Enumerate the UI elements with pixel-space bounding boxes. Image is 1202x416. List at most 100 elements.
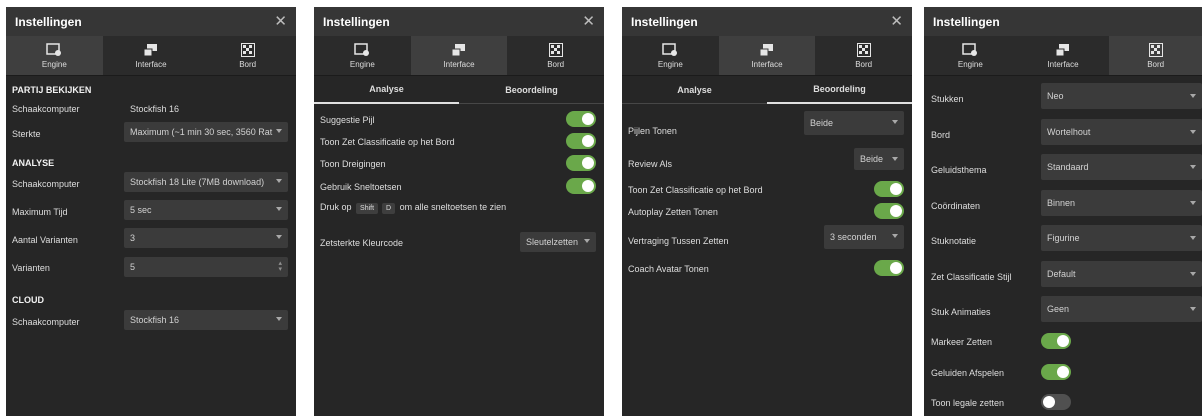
tab-bar: Engine Interface Bord bbox=[622, 36, 912, 76]
settings-panel-interface-review: Instellingen ✕ Engine Interface Bord Ana… bbox=[622, 7, 912, 416]
tab-engine[interactable]: Engine bbox=[6, 36, 103, 75]
shortcut-suffix: om alle sneltoetsen te zien bbox=[399, 202, 507, 212]
legal-moves-toggle[interactable] bbox=[1041, 394, 1071, 410]
shortcut-hint: Druk op Shift D om alle sneltoetsen te zi… bbox=[320, 202, 506, 214]
use-shortcuts-toggle[interactable] bbox=[566, 178, 596, 194]
tab-board[interactable]: Bord bbox=[815, 36, 912, 75]
classification-style-select[interactable]: Default bbox=[1041, 261, 1202, 287]
highlight-moves-toggle[interactable] bbox=[1041, 333, 1071, 349]
show-threats-toggle[interactable] bbox=[566, 155, 596, 171]
animation-select[interactable]: Geen bbox=[1041, 296, 1202, 322]
sound-theme-select[interactable]: Standaard bbox=[1041, 154, 1202, 180]
close-icon[interactable]: ✕ bbox=[274, 14, 287, 29]
show-arrows-value: Beide bbox=[810, 118, 834, 128]
delay-select[interactable]: 3 seconden bbox=[824, 225, 904, 249]
analysis-engine-select[interactable]: Stockfish 18 Lite (7MB download) bbox=[124, 172, 288, 192]
use-shortcuts-label: Gebruik Sneltoetsen bbox=[320, 182, 402, 192]
engine-icon bbox=[46, 42, 62, 56]
highlight-moves-label: Markeer Zetten bbox=[931, 337, 993, 347]
chevron-down-icon bbox=[1190, 272, 1196, 276]
strength-label: Sterkte bbox=[12, 129, 41, 139]
chevron-down-icon bbox=[276, 179, 282, 183]
tab-engine[interactable]: Engine bbox=[924, 36, 1017, 75]
d-key: D bbox=[382, 203, 396, 214]
review-move-classification-toggle[interactable] bbox=[874, 181, 904, 197]
suggestion-arrow-toggle[interactable] bbox=[566, 111, 596, 127]
shift-key: Shift bbox=[356, 203, 379, 214]
board-style-select[interactable]: Wortelhout bbox=[1041, 119, 1202, 145]
tab-label: Engine bbox=[657, 59, 683, 69]
toggle-knob bbox=[1057, 335, 1069, 347]
coordinates-select[interactable]: Binnen bbox=[1041, 190, 1202, 216]
play-sounds-toggle[interactable] bbox=[1041, 364, 1071, 380]
coach-avatar-toggle[interactable] bbox=[874, 260, 904, 276]
tab-interface[interactable]: Interface bbox=[718, 36, 816, 75]
subtab-analysis[interactable]: Analyse bbox=[622, 76, 767, 104]
strength-color-label: Zetsterkte Kleurcode bbox=[320, 238, 404, 248]
notation-value: Figurine bbox=[1047, 233, 1080, 243]
variants-number-input[interactable]: 5 ▴ ▾ bbox=[124, 257, 288, 277]
strength-color-select[interactable]: Sleutelzetten bbox=[520, 232, 596, 252]
tab-board[interactable]: Bord bbox=[199, 36, 296, 75]
show-arrows-select[interactable]: Beide bbox=[804, 111, 904, 135]
tab-label: Interface bbox=[751, 59, 783, 69]
toggle-knob bbox=[890, 183, 902, 195]
suggestion-arrow-label: Suggestie Pijl bbox=[320, 115, 375, 125]
strength-color-value: Sleutelzetten bbox=[526, 237, 579, 247]
sound-theme-label: Geluidsthema bbox=[931, 165, 987, 175]
chevron-down-icon bbox=[1190, 94, 1196, 98]
pieces-select[interactable]: Neo bbox=[1041, 83, 1202, 109]
sound-theme-value: Standaard bbox=[1047, 162, 1089, 172]
tab-interface[interactable]: Interface bbox=[102, 36, 200, 75]
num-variants-select[interactable]: 3 bbox=[124, 228, 288, 248]
chevron-down-icon bbox=[276, 129, 282, 133]
tab-interface[interactable]: Interface bbox=[1016, 36, 1110, 75]
delay-label: Vertraging Tussen Zetten bbox=[628, 236, 729, 246]
notation-select[interactable]: Figurine bbox=[1041, 225, 1202, 251]
tab-bar: Engine Interface Bord bbox=[314, 36, 604, 76]
chevron-down-icon bbox=[276, 207, 282, 211]
settings-panel-board: Instellingen Engine Interface Bord Stukk… bbox=[924, 7, 1202, 416]
board-style-value: Wortelhout bbox=[1047, 127, 1091, 137]
chevron-down-icon bbox=[1190, 165, 1196, 169]
chevron-down-icon bbox=[276, 317, 282, 321]
num-variants-label: Aantal Varianten bbox=[12, 235, 78, 245]
classification-style-value: Default bbox=[1047, 269, 1076, 279]
move-classification-toggle[interactable] bbox=[566, 133, 596, 149]
tab-board[interactable]: Bord bbox=[507, 36, 604, 75]
tab-engine[interactable]: Engine bbox=[314, 36, 411, 75]
tab-interface[interactable]: Interface bbox=[410, 36, 508, 75]
tab-label: Bord bbox=[239, 59, 257, 69]
strength-select[interactable]: Maximum (~1 min 30 sec, 3560 Rat bbox=[124, 122, 288, 142]
title-bar: Instellingen ✕ bbox=[6, 7, 296, 36]
interface-icon bbox=[143, 43, 157, 56]
engine-icon bbox=[662, 42, 678, 56]
tab-engine[interactable]: Engine bbox=[622, 36, 719, 75]
spinner-icon[interactable]: ▴ ▾ bbox=[278, 260, 282, 273]
review-as-select[interactable]: Beide bbox=[854, 148, 904, 170]
tab-bar: Engine Interface Bord bbox=[924, 36, 1202, 76]
interface-icon bbox=[1055, 43, 1069, 56]
subtab-analysis[interactable]: Analyse bbox=[314, 76, 459, 104]
close-icon[interactable]: ✕ bbox=[582, 14, 595, 29]
autoplay-toggle[interactable] bbox=[874, 203, 904, 219]
shortcut-prefix: Druk op bbox=[320, 202, 352, 212]
chevron-down-icon bbox=[1190, 236, 1196, 240]
max-time-select[interactable]: 5 sec bbox=[124, 200, 288, 220]
toggle-knob bbox=[890, 262, 902, 274]
tab-board[interactable]: Bord bbox=[1109, 36, 1202, 75]
strength-value: Maximum (~1 min 30 sec, 3560 Rat bbox=[130, 127, 273, 137]
engine-icon bbox=[354, 42, 370, 56]
close-icon[interactable]: ✕ bbox=[890, 14, 903, 29]
cloud-engine-label: Schaakcomputer bbox=[12, 317, 80, 327]
subtab-review[interactable]: Beoordeling bbox=[767, 76, 912, 104]
pieces-label: Stukken bbox=[931, 94, 964, 104]
title-bar: Instellingen ✕ bbox=[314, 7, 604, 36]
subtab-review[interactable]: Beoordeling bbox=[459, 76, 604, 104]
cloud-engine-select[interactable]: Stockfish 16 bbox=[124, 310, 288, 330]
toggle-knob bbox=[582, 180, 594, 192]
toggle-knob bbox=[582, 135, 594, 147]
review-as-value: Beide bbox=[860, 154, 884, 164]
chevron-down-icon bbox=[892, 157, 898, 161]
coach-avatar-label: Coach Avatar Tonen bbox=[628, 264, 709, 274]
